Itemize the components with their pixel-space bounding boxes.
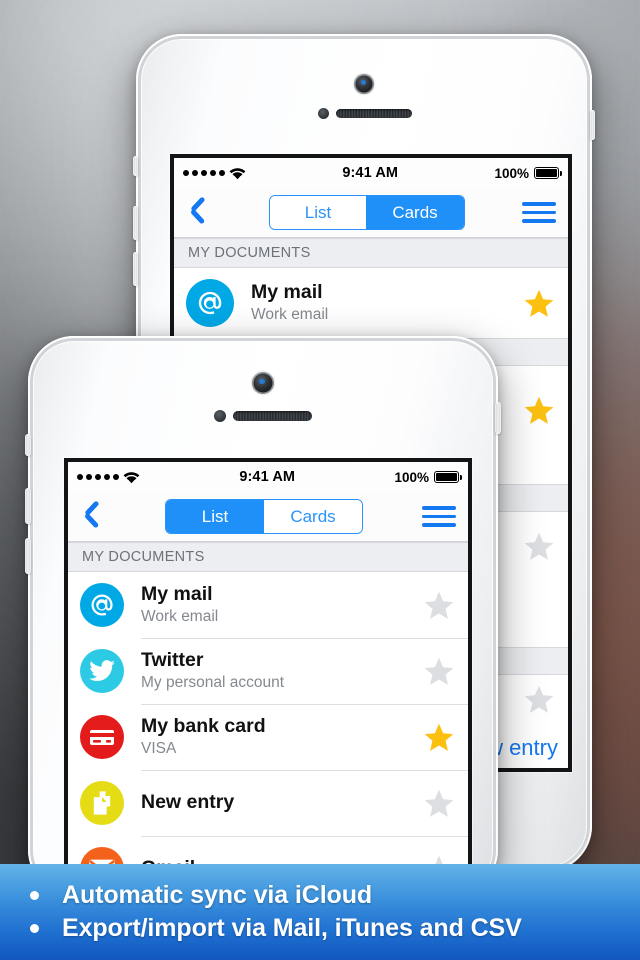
credit-card-icon <box>80 715 124 759</box>
volume-down-button[interactable] <box>25 538 31 574</box>
earpiece-speaker-icon <box>336 109 412 118</box>
status-left <box>183 167 246 180</box>
front-camera-icon <box>354 74 374 94</box>
list-item-subtitle: Work email <box>251 305 329 323</box>
list-item[interactable]: My mail Work email <box>174 268 568 338</box>
proximity-sensor-icon <box>214 410 226 422</box>
section-header: MY DOCUMENTS <box>68 542 468 572</box>
status-clock: 9:41 AM <box>239 469 296 485</box>
list-item[interactable]: My mail Work email <box>68 572 468 638</box>
list-item-subtitle: VISA <box>141 739 177 757</box>
view-mode-segmented-control[interactable]: List Cards <box>165 499 363 534</box>
at-icon <box>80 583 124 627</box>
feature-bullet: Automatic sync via iCloud <box>30 881 640 910</box>
twitter-icon <box>80 649 124 693</box>
feature-banner: Automatic sync via iCloud Export/import … <box>0 864 640 960</box>
twitter-bird-glyph <box>89 660 115 681</box>
favorite-star-icon[interactable] <box>422 589 456 622</box>
list-item[interactable]: Twitter My personal account <box>68 638 468 704</box>
list-item-title: New entry <box>141 791 235 814</box>
back-chevron-icon[interactable] <box>80 502 106 532</box>
segment-cards[interactable]: Cards <box>366 196 464 229</box>
front-camera-icon <box>252 372 274 394</box>
front-phone-screen: 9:41 AM 100% List Cards MY DOCUMENTS My … <box>68 462 468 898</box>
favorite-star-icon[interactable] <box>522 683 556 721</box>
power-button[interactable] <box>495 402 501 434</box>
favorite-star-icon[interactable] <box>422 721 456 754</box>
list-item-text: My bank card VISA <box>124 714 422 758</box>
battery-icon <box>533 167 562 179</box>
signal-strength-icon <box>77 474 119 480</box>
battery-percent-label: 100% <box>494 165 529 181</box>
volume-down-button[interactable] <box>133 252 138 286</box>
list-item-title: My mail <box>251 280 323 303</box>
at-glyph <box>91 594 113 616</box>
status-bar: 9:41 AM 100% <box>68 462 468 492</box>
bullet-dot-icon <box>30 891 39 900</box>
earpiece-speaker-icon <box>233 411 312 421</box>
favorite-star-icon[interactable] <box>422 787 456 820</box>
volume-up-button[interactable] <box>25 488 31 524</box>
silent-switch[interactable] <box>25 434 31 456</box>
status-bar: 9:41 AM 100% <box>174 158 568 188</box>
front-phone: 9:41 AM 100% List Cards MY DOCUMENTS My … <box>25 336 501 898</box>
favorite-star-icon[interactable] <box>522 394 556 432</box>
status-right: 100% <box>494 165 562 181</box>
credit-card-glyph <box>90 730 114 745</box>
list-item-subtitle: Work email <box>141 607 219 625</box>
at-glyph <box>198 291 222 315</box>
list-item-title: My mail <box>141 582 213 605</box>
battery-icon <box>433 471 462 483</box>
documents-glyph <box>93 791 111 815</box>
list-item-text: Twitter My personal account <box>124 648 422 692</box>
bullet-dot-icon <box>30 924 39 933</box>
wifi-icon <box>229 167 246 179</box>
list-item-text: My mail Work email <box>234 280 522 324</box>
favorite-star-icon[interactable] <box>522 287 556 320</box>
at-icon <box>186 279 234 327</box>
nav-bar: List Cards <box>68 492 468 542</box>
list-item[interactable]: My bank card VISA <box>68 704 468 770</box>
segment-list[interactable]: List <box>270 196 366 229</box>
favorite-star-icon[interactable] <box>422 655 456 688</box>
wifi-icon <box>123 471 140 483</box>
status-right: 100% <box>394 469 462 485</box>
status-left <box>77 471 140 484</box>
feature-bullet-text: Automatic sync via iCloud <box>62 881 373 909</box>
list-item-subtitle: My personal account <box>141 673 285 691</box>
section-header: MY DOCUMENTS <box>174 238 568 268</box>
list-item-text: New entry <box>124 791 422 814</box>
signal-strength-icon <box>183 170 225 176</box>
list-item[interactable]: New entry <box>68 770 468 836</box>
nav-bar: List Cards <box>174 188 568 238</box>
feature-bullet: Export/import via Mail, iTunes and CSV <box>30 914 640 943</box>
list-item-title: My bank card <box>141 714 266 737</box>
list-item-title: Twitter <box>141 648 204 671</box>
segment-list[interactable]: List <box>166 500 264 533</box>
proximity-sensor-icon <box>318 108 329 119</box>
back-chevron-icon[interactable] <box>186 198 212 228</box>
screenshot-stage: 9:41 AM 100% List Cards MY DOCUMENTS My … <box>0 0 640 960</box>
power-button[interactable] <box>590 110 595 140</box>
status-clock: 9:41 AM <box>342 165 399 181</box>
list-item-text: My mail Work email <box>124 582 422 626</box>
silent-switch[interactable] <box>133 156 138 176</box>
menu-icon[interactable] <box>422 506 456 527</box>
volume-up-button[interactable] <box>133 206 138 240</box>
feature-bullet-text: Export/import via Mail, iTunes and CSV <box>62 914 522 942</box>
documents-icon <box>80 781 124 825</box>
segment-cards[interactable]: Cards <box>264 500 362 533</box>
view-mode-segmented-control[interactable]: List Cards <box>269 195 465 230</box>
battery-percent-label: 100% <box>394 469 429 485</box>
menu-icon[interactable] <box>522 202 556 223</box>
favorite-star-icon[interactable] <box>522 530 556 568</box>
